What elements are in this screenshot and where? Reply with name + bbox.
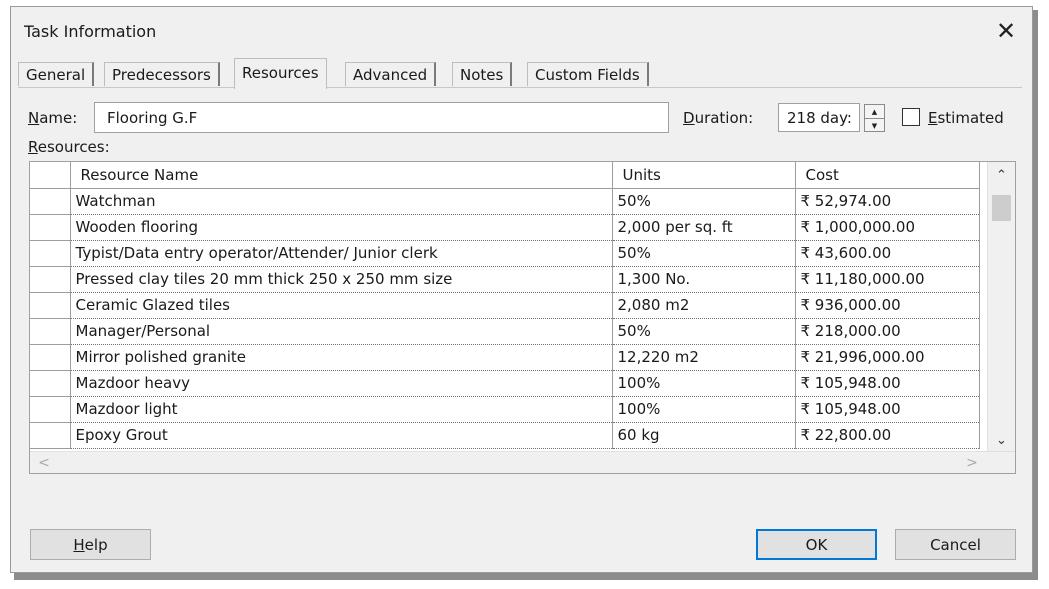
- close-icon: ✕: [995, 17, 1017, 45]
- chevron-right-icon: >: [966, 454, 978, 471]
- resource-name-cell[interactable]: Epoxy Grout: [70, 422, 613, 449]
- task-information-dialog: Task Information ✕ General Predecessors …: [10, 6, 1033, 573]
- row-selector[interactable]: [30, 318, 71, 345]
- help-button[interactable]: Help: [30, 529, 151, 560]
- units-cell[interactable]: 2,000 per sq. ft: [612, 214, 796, 241]
- vertical-scrollbar[interactable]: ⌃ ⌄: [987, 162, 1015, 452]
- name-input[interactable]: [94, 102, 669, 133]
- units-cell[interactable]: 100%: [612, 370, 796, 397]
- scroll-up-button[interactable]: ⌃: [988, 164, 1015, 186]
- row-selector[interactable]: [30, 396, 71, 423]
- column-header-resource-name[interactable]: Resource Name: [70, 162, 613, 189]
- resource-name-cell[interactable]: Ceramic Glazed tiles: [70, 292, 613, 319]
- units-cell[interactable]: 2,080 m2: [612, 292, 796, 319]
- cost-cell[interactable]: ₹ 11,180,000.00: [795, 266, 980, 293]
- estimated-label: Estimated: [928, 109, 1004, 127]
- table-row[interactable]: Manager/Personal 50% ₹ 218,000.00: [30, 318, 980, 345]
- table-row[interactable]: Ceramic Glazed tiles 2,080 m2 ₹ 936,000.…: [30, 292, 980, 319]
- table-row[interactable]: Wooden flooring 2,000 per sq. ft ₹ 1,000…: [30, 214, 980, 241]
- resource-name-cell[interactable]: Mirror polished granite: [70, 344, 613, 371]
- column-header-units[interactable]: Units: [612, 162, 796, 189]
- tab-notes[interactable]: Notes: [452, 62, 513, 86]
- tab-resources[interactable]: Resources: [234, 58, 327, 89]
- estimated-checkbox[interactable]: [902, 108, 920, 126]
- duration-spinner: ▲ ▼: [864, 104, 885, 132]
- units-cell[interactable]: 50%: [612, 188, 796, 215]
- title-bar: Task Information ✕: [11, 7, 1032, 55]
- row-selector[interactable]: [30, 422, 71, 449]
- resources-grid: Resource Name Units Cost Watchman 50% ₹ …: [29, 161, 1016, 474]
- chevron-up-icon: ⌃: [996, 167, 1007, 183]
- duration-up-button[interactable]: ▲: [865, 105, 884, 118]
- tab-bar: General Predecessors Resources Advanced …: [18, 58, 1018, 89]
- resource-name-cell[interactable]: Manager/Personal: [70, 318, 613, 345]
- select-all-cell[interactable]: [30, 162, 71, 189]
- resource-name-cell[interactable]: Typist/Data entry operator/Attender/ Jun…: [70, 240, 613, 267]
- scroll-left-button[interactable]: <: [32, 452, 56, 473]
- table-header-row: Resource Name Units Cost: [30, 162, 980, 189]
- tab-advanced[interactable]: Advanced: [345, 62, 437, 86]
- triangle-down-icon: ▼: [871, 121, 878, 130]
- row-selector[interactable]: [30, 214, 71, 241]
- tab-predecessors[interactable]: Predecessors: [104, 62, 220, 86]
- units-cell[interactable]: 1,300 No.: [612, 266, 796, 293]
- dialog-title: Task Information: [24, 22, 157, 41]
- duration-label: Duration:: [683, 109, 754, 127]
- ok-button[interactable]: OK: [756, 529, 877, 560]
- resource-name-cell[interactable]: Mazdoor light: [70, 396, 613, 423]
- cost-cell[interactable]: ₹ 105,948.00: [795, 396, 980, 423]
- resources-table: Resource Name Units Cost Watchman 50% ₹ …: [30, 162, 980, 449]
- cost-cell[interactable]: ₹ 22,800.00: [795, 422, 980, 449]
- scroll-down-button[interactable]: ⌄: [988, 429, 1015, 451]
- row-selector[interactable]: [30, 344, 71, 371]
- chevron-left-icon: <: [38, 454, 50, 471]
- duration-down-button[interactable]: ▼: [865, 118, 884, 132]
- table-row[interactable]: Epoxy Grout 60 kg ₹ 22,800.00: [30, 422, 980, 449]
- row-selector[interactable]: [30, 292, 71, 319]
- cost-cell[interactable]: ₹ 43,600.00: [795, 240, 980, 267]
- triangle-up-icon: ▲: [871, 107, 878, 116]
- cost-cell[interactable]: ₹ 936,000.00: [795, 292, 980, 319]
- resource-name-cell[interactable]: Wooden flooring: [70, 214, 613, 241]
- units-cell[interactable]: 60 kg: [612, 422, 796, 449]
- vertical-scroll-thumb[interactable]: [992, 195, 1011, 221]
- scroll-right-button[interactable]: >: [960, 452, 984, 473]
- tab-divider: [18, 87, 1022, 88]
- table-row[interactable]: Typist/Data entry operator/Attender/ Jun…: [30, 240, 980, 267]
- cost-cell[interactable]: ₹ 1,000,000.00: [795, 214, 980, 241]
- table-row[interactable]: Mirror polished granite 12,220 m2 ₹ 21,9…: [30, 344, 980, 371]
- resource-name-cell[interactable]: Watchman: [70, 188, 613, 215]
- resources-label: Resources:: [28, 138, 110, 156]
- table-row[interactable]: Pressed clay tiles 20 mm thick 250 x 250…: [30, 266, 980, 293]
- tab-custom-fields[interactable]: Custom Fields: [527, 62, 649, 86]
- resource-name-cell[interactable]: Pressed clay tiles 20 mm thick 250 x 250…: [70, 266, 613, 293]
- units-cell[interactable]: 50%: [612, 318, 796, 345]
- duration-input[interactable]: [778, 103, 860, 132]
- close-button[interactable]: ✕: [988, 15, 1024, 47]
- cost-cell[interactable]: ₹ 218,000.00: [795, 318, 980, 345]
- cost-cell[interactable]: ₹ 52,974.00: [795, 188, 980, 215]
- resource-name-cell[interactable]: Mazdoor heavy: [70, 370, 613, 397]
- table-row[interactable]: Mazdoor heavy 100% ₹ 105,948.00: [30, 370, 980, 397]
- units-cell[interactable]: 12,220 m2: [612, 344, 796, 371]
- table-row[interactable]: Mazdoor light 100% ₹ 105,948.00: [30, 396, 980, 423]
- column-header-cost[interactable]: Cost: [795, 162, 980, 189]
- cost-cell[interactable]: ₹ 105,948.00: [795, 370, 980, 397]
- cost-cell[interactable]: ₹ 21,996,000.00: [795, 344, 980, 371]
- cancel-button[interactable]: Cancel: [895, 529, 1016, 560]
- chevron-down-icon: ⌄: [996, 432, 1007, 448]
- tab-general[interactable]: General: [18, 62, 95, 86]
- units-cell[interactable]: 50%: [612, 240, 796, 267]
- row-selector[interactable]: [30, 188, 71, 215]
- name-label: Name:: [28, 109, 78, 127]
- units-cell[interactable]: 100%: [612, 396, 796, 423]
- horizontal-scrollbar[interactable]: < >: [30, 451, 1015, 473]
- row-selector[interactable]: [30, 240, 71, 267]
- row-selector[interactable]: [30, 370, 71, 397]
- row-selector[interactable]: [30, 266, 71, 293]
- table-row[interactable]: Watchman 50% ₹ 52,974.00: [30, 188, 980, 215]
